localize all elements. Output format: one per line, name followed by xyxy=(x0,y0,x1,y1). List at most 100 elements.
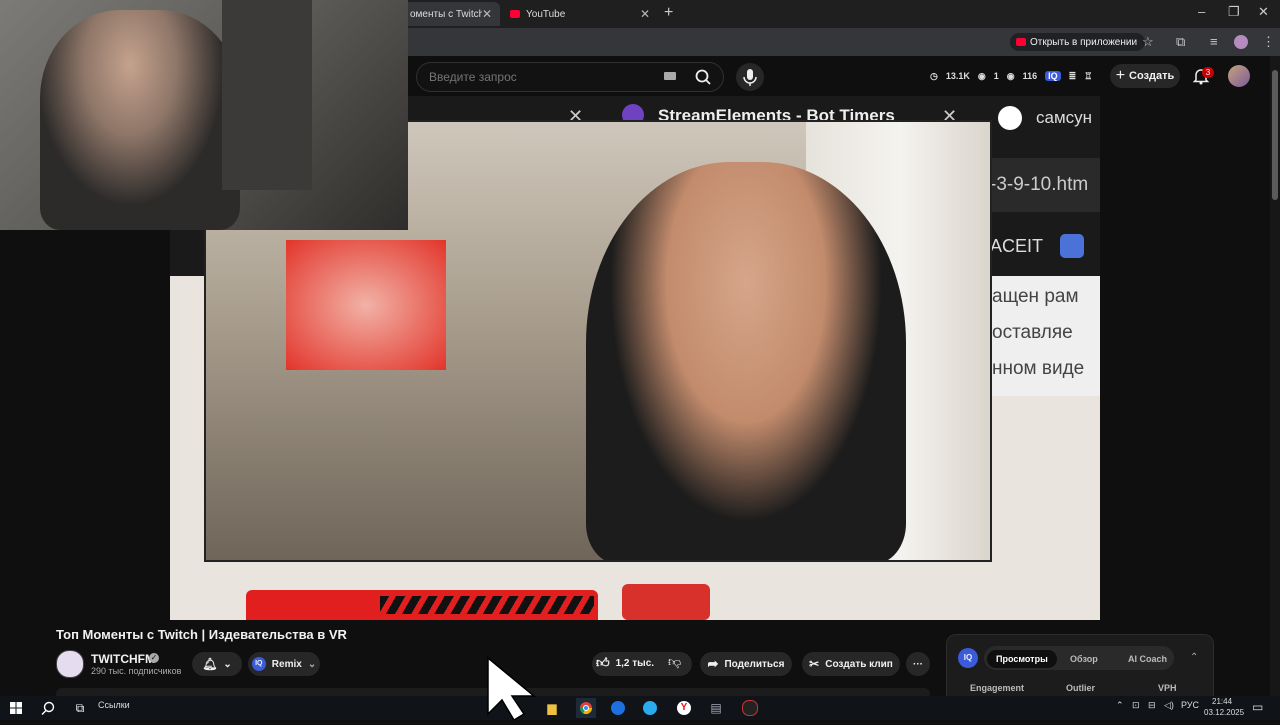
links-toolbar[interactable]: Ссылки xyxy=(98,700,130,710)
tab-overview[interactable]: Обзор xyxy=(1061,650,1107,668)
new-tab-button[interactable]: + xyxy=(664,4,673,22)
voice-search-button[interactable] xyxy=(736,63,764,91)
notification-badge: 3 xyxy=(1202,67,1214,78)
tab-youtube[interactable]: YouTube ✕ xyxy=(502,2,658,26)
page-text-line: ащен рам xyxy=(992,286,1079,307)
vidiq-stats[interactable]: ◷ 13.1K ◉ 1 ◉ 116 IQ ≣ ♖ xyxy=(930,66,1092,86)
search-icon xyxy=(41,701,55,715)
restore-button[interactable]: ❐ xyxy=(1228,4,1240,20)
search-input[interactable] xyxy=(427,69,661,85)
channel-name[interactable]: TWITCHFM xyxy=(91,652,155,666)
more-icon: ··· xyxy=(913,658,923,670)
faceit-text: ACEIT xyxy=(990,236,1044,256)
remix-button[interactable]: IQ Remix ⌄ xyxy=(248,652,320,676)
channel-avatar[interactable] xyxy=(56,650,84,678)
stat-views: 13.1K xyxy=(945,71,970,81)
search-box[interactable] xyxy=(416,62,724,92)
tray-app-icon[interactable]: ⊡ xyxy=(1132,700,1140,711)
browser-menu-icon[interactable]: ⋮ xyxy=(1262,34,1275,50)
trophy-icon[interactable]: ♖ xyxy=(1084,71,1092,82)
clock-time[interactable]: 21:44 xyxy=(1212,697,1232,706)
eye-icon: ◉ xyxy=(1006,70,1015,81)
chevron-down-icon: ⌄ xyxy=(307,658,317,670)
app-icon[interactable] xyxy=(608,698,628,718)
tab-views[interactable]: Просмотры xyxy=(987,650,1057,668)
share-icon: ➦ xyxy=(707,656,719,671)
vidiq-icon: IQ xyxy=(251,657,266,671)
create-clip-button[interactable]: ✂ Создать клип xyxy=(802,652,900,676)
google-search-text: самсун xyxy=(1036,108,1093,127)
obs-icon[interactable] xyxy=(740,698,760,718)
tab-label: YouTube xyxy=(526,8,566,20)
eye-icon: ◉ xyxy=(977,70,986,81)
red-box xyxy=(286,240,446,370)
subscription-bell-button[interactable]: 🔔︎ ⌄ xyxy=(192,652,242,676)
thumbs-down-icon: 👎︎ xyxy=(668,654,682,669)
clip-label: Создать клип xyxy=(825,658,893,670)
notification-center-icon[interactable]: ▭ xyxy=(1252,700,1263,714)
scrollbar-thumb[interactable] xyxy=(1272,70,1278,200)
tab-close-icon[interactable]: ✕ xyxy=(640,7,650,21)
video-title: Топ Моменты с Twitch | Издевательства в … xyxy=(56,627,347,642)
media-control-icon[interactable]: ≡ xyxy=(1210,34,1218,49)
language-indicator[interactable]: РУС xyxy=(1181,700,1199,710)
chat-icon xyxy=(1060,234,1084,258)
like-count: 1,2 тыс. xyxy=(615,657,655,669)
search-icon xyxy=(695,69,711,85)
streamer xyxy=(586,162,906,560)
search-button[interactable] xyxy=(688,66,718,88)
share-button[interactable]: ➦ Поделиться xyxy=(700,652,792,676)
keyboard-icon[interactable] xyxy=(664,72,676,80)
like-button[interactable]: 👍︎ 1,2 тыс. xyxy=(596,655,654,671)
red-graphic xyxy=(622,584,710,620)
subscriber-count: 290 тыс. подписчиков xyxy=(91,666,182,676)
mouse-cursor-icon xyxy=(486,656,546,725)
telegram-icon[interactable] xyxy=(640,698,660,718)
account-avatar[interactable] xyxy=(1228,65,1250,87)
tab-twitch-moments[interactable]: оменты с Twitch | Изд ✕ xyxy=(402,2,500,26)
profile-avatar[interactable] xyxy=(1234,35,1248,49)
scissors-icon: ✂ xyxy=(809,657,820,671)
plus-icon: + xyxy=(1115,67,1126,84)
list-icon[interactable]: ≣ xyxy=(1069,71,1077,82)
viewer-webcam-overlay xyxy=(0,0,408,230)
youtube-icon xyxy=(1016,38,1026,46)
task-view-icon[interactable]: ⧉ xyxy=(70,698,90,718)
remix-label: Remix xyxy=(271,658,302,670)
thumbs-up-icon: 👍︎ xyxy=(596,655,610,670)
close-window-button[interactable]: ✕ xyxy=(1258,4,1269,20)
volume-icon[interactable]: ◁) xyxy=(1164,700,1174,711)
verified-icon: ✓ xyxy=(149,653,159,663)
minimize-button[interactable]: – xyxy=(1198,4,1205,19)
windows-icon xyxy=(10,702,22,714)
clock-icon: ◷ xyxy=(930,70,938,81)
chrome-icon[interactable] xyxy=(576,698,596,718)
search-taskbar-button[interactable] xyxy=(38,698,58,718)
tab-ai-coach[interactable]: AI Coach xyxy=(1119,650,1176,668)
vidiq-icon[interactable]: IQ xyxy=(1045,71,1061,81)
tray-chevron-icon[interactable]: ⌃ xyxy=(1116,700,1124,711)
stat-watchers: 116 xyxy=(1022,71,1038,81)
share-label: Поделиться xyxy=(724,658,785,670)
column-outlier: Outlier xyxy=(1066,683,1096,693)
network-icon[interactable]: ⊟ xyxy=(1148,700,1156,711)
open-in-app-button[interactable]: Открыть в приложении xyxy=(1010,33,1146,51)
create-button[interactable]: + Создать xyxy=(1110,64,1180,88)
yandex-icon[interactable]: Y xyxy=(674,698,694,718)
dislike-button[interactable]: 👎︎ xyxy=(668,654,681,670)
bookmark-star-icon[interactable]: ☆ xyxy=(1142,34,1154,50)
youtube-icon xyxy=(510,10,520,18)
tab-close-icon[interactable]: ✕ xyxy=(482,7,492,21)
extensions-icon[interactable]: ⧉ xyxy=(1176,34,1185,50)
vidiq-icon: IQ xyxy=(958,648,978,668)
column-vph: VPH xyxy=(1158,683,1177,693)
stat-likes: 1 xyxy=(993,71,999,81)
create-label: Создать xyxy=(1129,70,1175,82)
page-text-line: оставляе xyxy=(992,322,1073,343)
clock-date[interactable]: 03.12.2025 xyxy=(1204,708,1244,717)
app-window-icon[interactable]: ▤ xyxy=(706,698,726,718)
microphone-icon xyxy=(743,69,757,86)
start-button[interactable] xyxy=(6,698,26,718)
chevron-up-icon[interactable]: ⌃ xyxy=(1190,652,1198,663)
more-actions-button[interactable]: ··· xyxy=(906,652,930,676)
